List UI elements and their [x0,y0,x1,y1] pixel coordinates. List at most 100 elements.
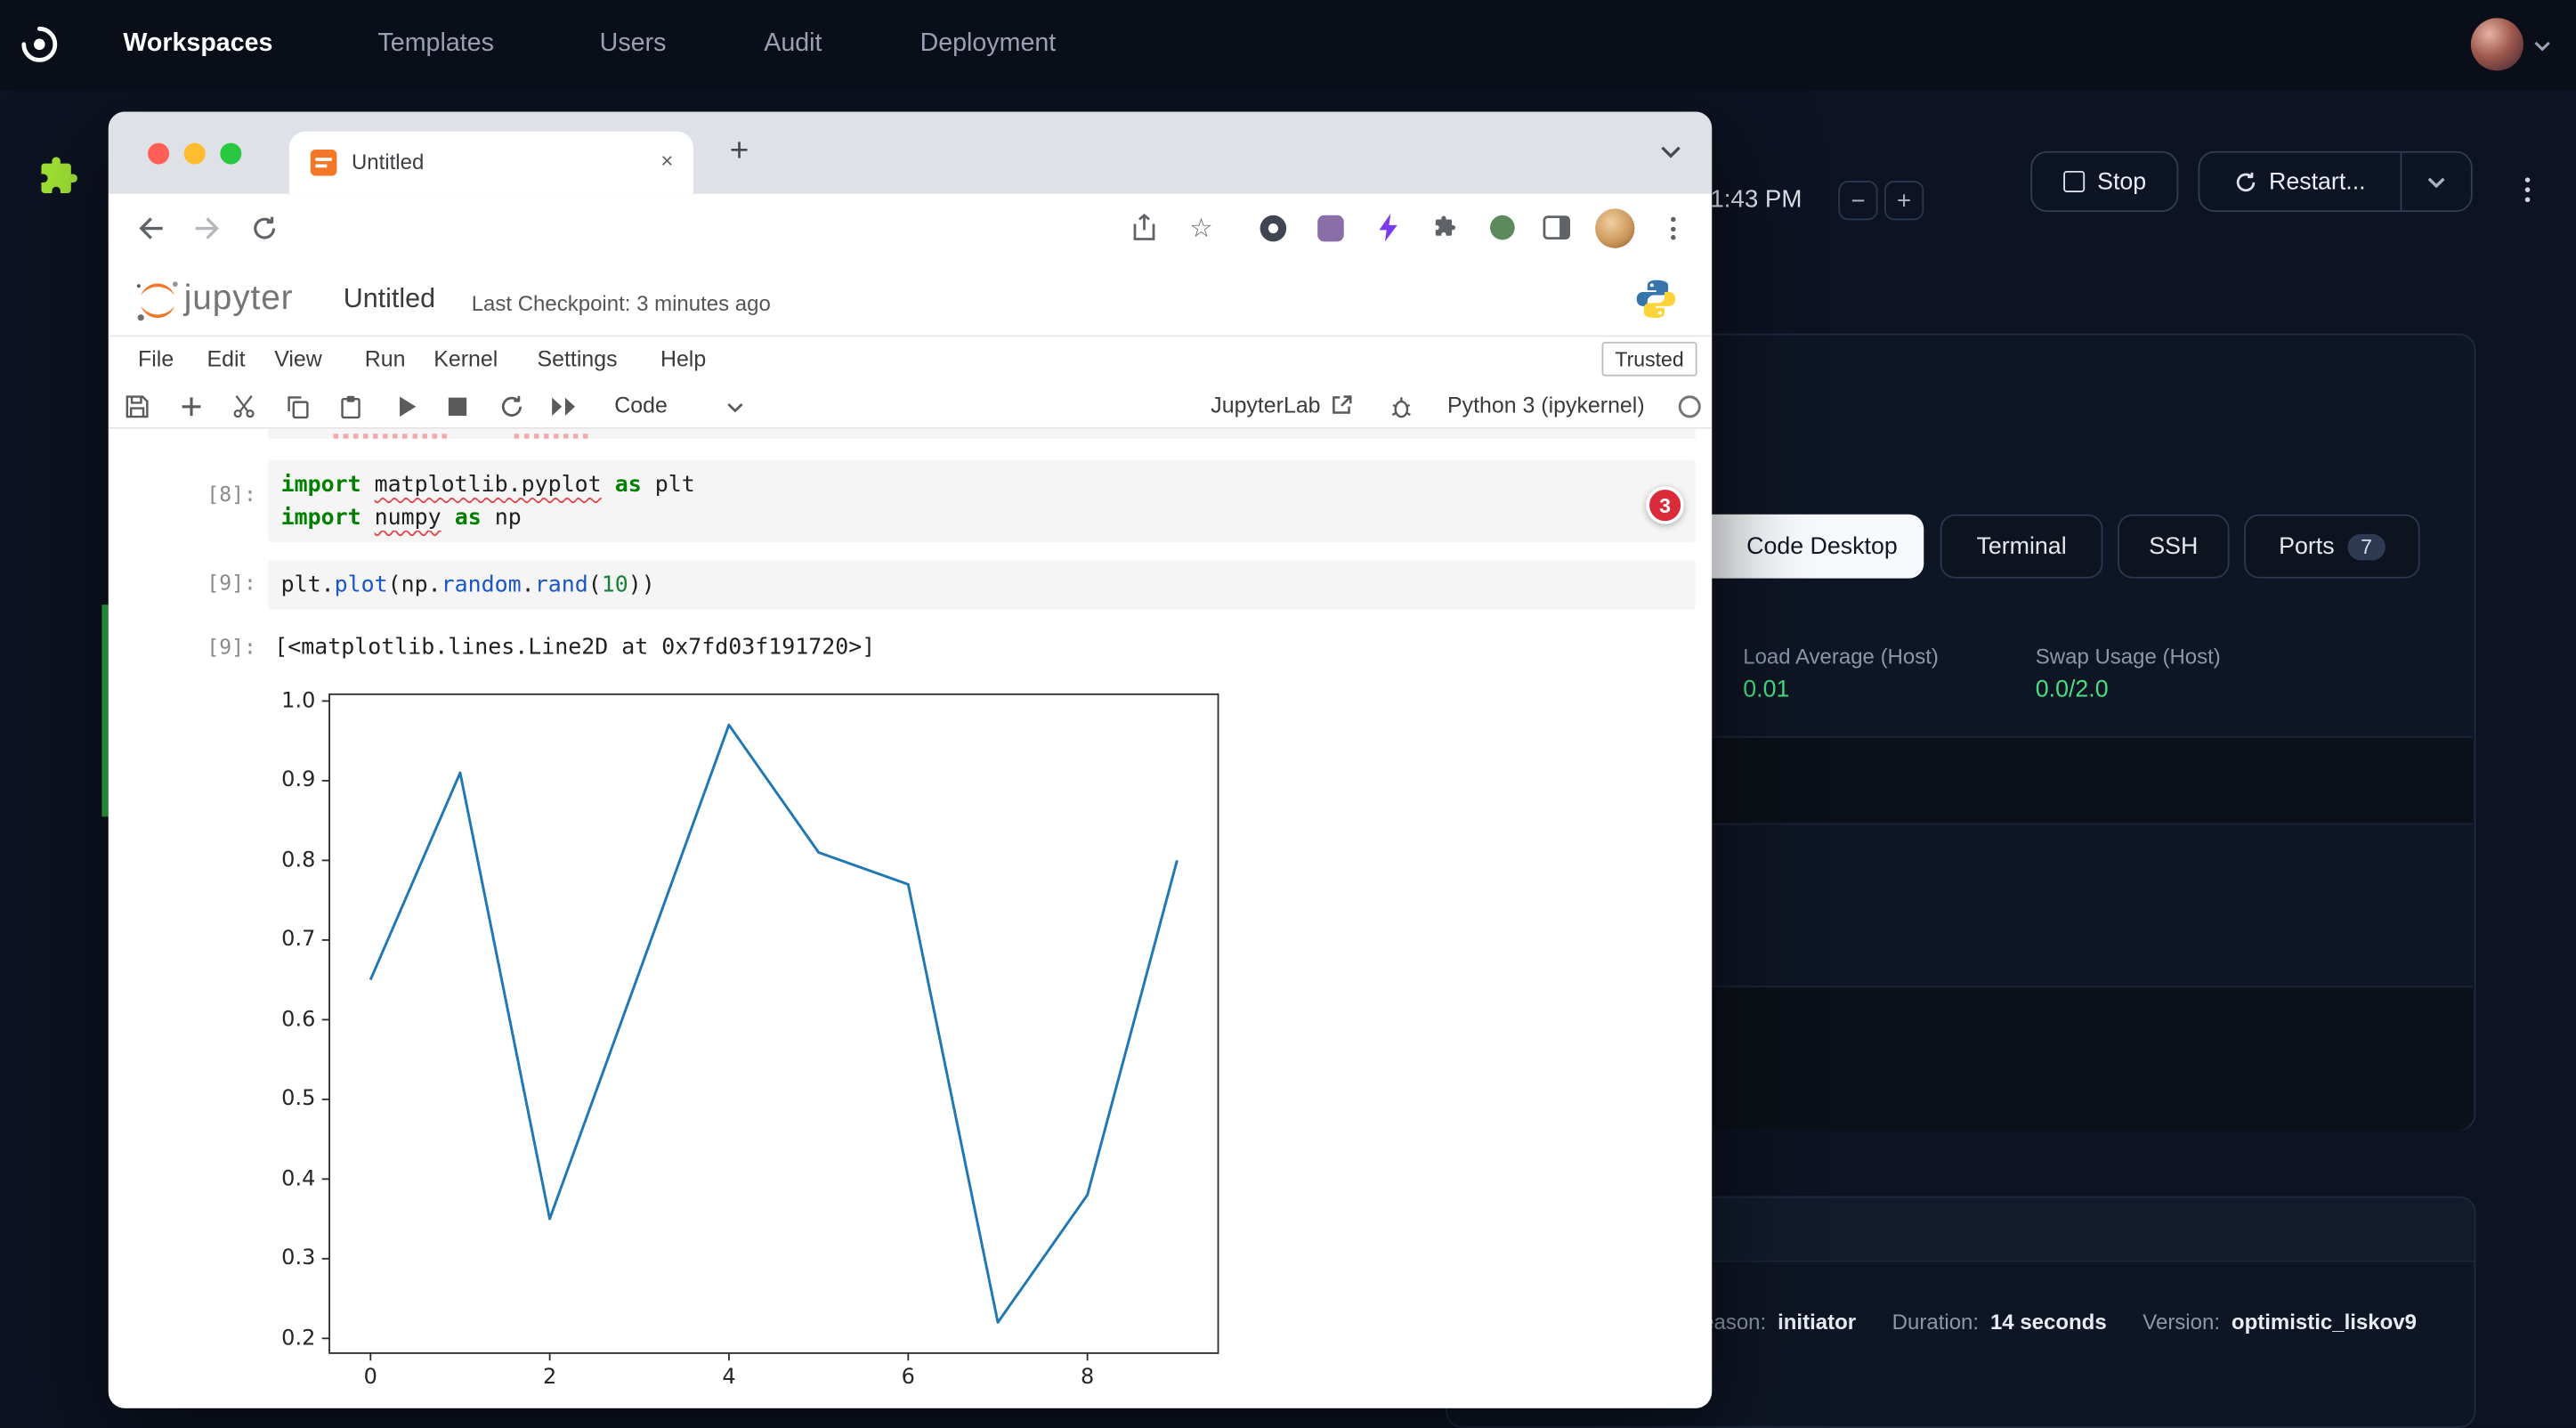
copy-cell-icon[interactable] [286,394,311,419]
browser-menu-icon[interactable] [1661,212,1684,245]
extension-icon-2[interactable] [1317,215,1344,242]
cell9-input-prompt: [9]: [154,570,255,595]
cell9-input[interactable]: plt.plot(np.random.rand(10)) [268,560,1696,609]
save-icon[interactable] [125,394,150,419]
load-average-value: 0.01 [1743,677,1789,703]
sidebar-panel-icon[interactable] [1543,215,1570,240]
menu-file[interactable]: File [138,346,174,371]
jupyter-menubar: File Edit View Run Kernel Settings Help … [109,337,1712,383]
jupyter-header: jupyter Untitled Last Checkpoint: 3 minu… [109,263,1712,337]
nav-item-audit[interactable]: Audit [764,29,822,59]
restart-options-button[interactable] [2402,153,2471,211]
top-navigation-bar: Workspaces Templates Users Audit Deploym… [0,0,2576,91]
version-value[interactable]: optimistic_liskov9 [2232,1310,2417,1335]
kebab-icon [2524,176,2530,182]
chevron-down-icon [2426,175,2446,189]
cell8-input[interactable]: import matplotlib.pyplot as plt import n… [268,460,1696,542]
reload-icon[interactable] [251,215,278,242]
avatar-chevron-icon[interactable] [2533,39,2551,53]
browser-tab[interactable]: Untitled × [289,132,693,194]
stop-workspace-button[interactable]: Stop [2030,151,2178,212]
menu-help[interactable]: Help [660,346,706,371]
swap-usage-value: 0.0/2.0 [2036,677,2109,703]
extension-icon-5[interactable] [1490,215,1515,240]
browser-address-bar: 5555--main--test--matifali.atif.cdr.dev/… [109,194,1712,264]
menu-kernel[interactable]: Kernel [433,346,498,371]
y-tick-label: 0.5 [281,1087,315,1112]
browser-tab-strip: Untitled × + [109,112,1712,194]
share-icon[interactable] [1132,214,1157,241]
extensions-puzzle-icon[interactable] [1431,214,1459,241]
jupyter-wordmark: jupyter [184,280,294,319]
code-line: import matplotlib.pyplot as plt [281,468,695,501]
nav-item-users[interactable]: Users [600,29,667,59]
menu-edit[interactable]: Edit [207,346,246,371]
extension-lightning-icon[interactable] [1375,212,1402,243]
matplotlib-figure: 0.20.30.40.50.60.70.80.91.002468 [328,694,1219,1354]
cell8-input-prompt: [8]: [154,482,255,507]
jupyterlab-link[interactable]: JupyterLab [1211,393,1351,418]
x-tick-label: 4 [722,1366,735,1391]
notebook-title[interactable]: Untitled [344,284,435,315]
new-tab-button[interactable]: + [719,133,758,172]
window-minimize-button[interactable] [184,143,206,165]
python-logo-icon [1634,278,1677,320]
user-avatar[interactable] [2471,18,2523,70]
run-cell-icon[interactable] [396,394,419,419]
tab-search-chevron-icon[interactable] [1659,144,1682,159]
kernel-name[interactable]: Python 3 (ipykernel) [1447,393,1645,418]
window-maximize-button[interactable] [220,143,241,165]
restart-button[interactable]: Restart... [2199,153,2400,211]
duration-value: 14 seconds [1990,1310,2107,1335]
cell-type-dropdown[interactable]: Code [602,389,753,424]
tab-title: Untitled [352,150,424,174]
code-line: plt.plot(np.random.rand(10)) [281,569,655,602]
workspace-menu-button[interactable] [2510,171,2543,207]
zoom-out-button[interactable]: − [1838,181,1877,220]
ssh-button[interactable]: SSH [2118,515,2230,579]
restart-kernel-icon[interactable] [499,394,524,419]
restart-split-button: Restart... [2198,151,2472,212]
ports-button[interactable]: Ports 7 [2244,515,2419,579]
jupyterlab-label: JupyterLab [1211,393,1320,418]
restart-label: Restart... [2269,168,2366,195]
terminal-button[interactable]: Terminal [1940,515,2103,579]
add-cell-icon[interactable] [179,394,204,419]
forward-icon[interactable] [194,215,222,242]
x-tick-label: 0 [364,1366,377,1391]
extension-1password-icon[interactable] [1259,214,1288,243]
ports-count-badge: 7 [2347,533,2385,560]
duration-label: Duration: [1892,1310,1979,1335]
debugger-icon[interactable] [1389,394,1413,419]
cell-type-value: Code [614,393,668,418]
reason-value: initiator [1778,1310,1856,1335]
menu-run[interactable]: Run [365,346,406,371]
window-close-button[interactable] [148,143,169,165]
version-label: Version: [2143,1310,2220,1335]
back-icon[interactable] [136,215,164,242]
menu-settings[interactable]: Settings [538,346,618,371]
code-line: import numpy as np [281,501,522,534]
cut-cell-icon[interactable] [231,394,256,419]
paste-cell-icon[interactable] [338,394,363,419]
browser-window: Untitled × + 5555--main--test--matifali.… [109,112,1712,1408]
screen: 1:43 PM − + Stop Restart... Code Desktop… [0,0,2576,1428]
coder-logo[interactable] [16,21,62,76]
notification-badge[interactable]: 3 [1646,486,1683,523]
puzzle-extension-icon[interactable] [33,153,84,212]
bookmark-star-icon[interactable]: ☆ [1189,212,1212,245]
clipped-cell-remnant [268,429,1696,439]
menu-view[interactable]: View [274,346,322,371]
nav-item-workspaces[interactable]: Workspaces [123,29,272,59]
y-tick-label: 0.8 [281,848,315,873]
zoom-in-button[interactable]: + [1884,181,1924,220]
browser-profile-avatar[interactable] [1595,208,1634,247]
nav-item-deployment[interactable]: Deployment [920,29,1057,59]
restart-run-all-icon[interactable] [550,396,578,418]
jupyter-toolbar: Code JupyterLab Python 3 (ipykernel) [109,383,1712,429]
nav-item-templates[interactable]: Templates [378,29,494,59]
tab-close-icon[interactable]: × [654,148,681,174]
stop-kernel-icon[interactable] [447,396,468,418]
trusted-button[interactable]: Trusted [1602,342,1697,377]
notebook-scroll-area[interactable]: [8]: import matplotlib.pyplot as plt imp… [109,429,1712,1408]
